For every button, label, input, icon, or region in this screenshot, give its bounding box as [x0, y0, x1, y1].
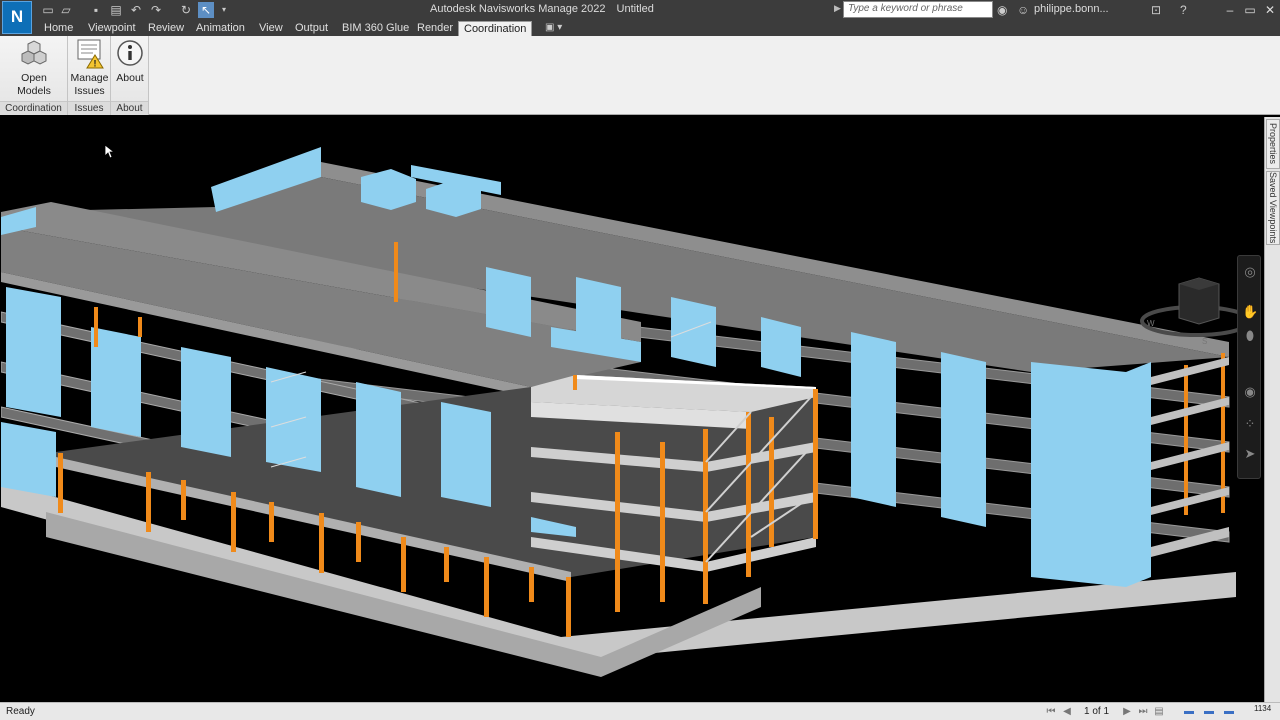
tab-output[interactable]: Output: [290, 21, 333, 36]
tab-view[interactable]: View: [254, 21, 288, 36]
ribbon-group-coordination: Open Models Coordination: [0, 36, 68, 115]
search-input[interactable]: Type a keyword or phrase: [843, 1, 993, 18]
zoom-icon[interactable]: ⬮: [1242, 328, 1258, 344]
first-sheet-icon[interactable]: ⏮: [1044, 705, 1058, 718]
refresh-icon[interactable]: ↻: [178, 2, 194, 18]
title-bar: N ▭ ▱ ▪ ▤ ↶ ↷ ↻ ↖ ▾ Autodesk Navisworks …: [0, 0, 1280, 34]
ribbon-options-icon[interactable]: ▣ ▾: [545, 22, 562, 33]
compass-south-label: S: [1202, 337, 1207, 346]
undo-icon[interactable]: ↶: [128, 2, 144, 18]
navigation-bar: ◎ ✋ ⬮ ◉ ⁘ ➤: [1237, 255, 1261, 479]
last-sheet-icon[interactable]: ⏭: [1136, 705, 1150, 718]
navisworks-window: N ▭ ▱ ▪ ▤ ↶ ↷ ↻ ↖ ▾ Autodesk Navisworks …: [0, 0, 1280, 720]
maximize-button[interactable]: ▭: [1239, 1, 1261, 19]
ribbon-group-issues: ! Manage Issues Issues: [68, 36, 111, 115]
info-icon: [117, 40, 143, 66]
ribbon-group-about: About About: [111, 36, 149, 115]
tab-animation[interactable]: Animation: [191, 21, 250, 36]
tab-viewpoint[interactable]: Viewpoint: [83, 21, 141, 36]
group-label-coordination: Coordination: [0, 101, 67, 115]
cart-icon[interactable]: ⊡: [1151, 2, 1161, 18]
about-label: About: [116, 72, 144, 84]
open-models-button[interactable]: Open Models: [4, 38, 64, 98]
performance-icon: ▬: [1184, 706, 1194, 717]
binoculars-icon[interactable]: ◉: [997, 2, 1007, 18]
quick-access-dropdown-icon[interactable]: ▾: [216, 2, 232, 18]
document-name: Untitled: [616, 3, 654, 15]
ribbon-empty-area: [148, 36, 1280, 114]
app-logo-letter: N: [10, 7, 24, 26]
dock-tab-saved-viewpoints[interactable]: Saved Viewpoints: [1266, 171, 1280, 245]
help-icon[interactable]: ?: [1180, 2, 1187, 18]
open-models-label: Open Models: [17, 72, 51, 97]
close-button[interactable]: ✕: [1259, 1, 1280, 19]
manage-issues-icon: !: [77, 39, 104, 69]
3d-viewport[interactable]: W E S ◎ ✋ ⬮ ◉ ⁘ ➤: [1, 117, 1263, 702]
previous-sheet-icon[interactable]: ◀: [1060, 705, 1074, 718]
search-expand-icon[interactable]: ▶: [834, 3, 841, 14]
walk-icon[interactable]: ⁘: [1242, 416, 1258, 432]
ribbon-tabs: Home Viewpoint Review Animation View Out…: [0, 20, 1280, 36]
dock-tab-properties[interactable]: Properties: [1266, 119, 1280, 169]
select-icon[interactable]: ↖: [198, 2, 214, 18]
save-icon[interactable]: ▪: [88, 2, 104, 18]
manage-issues-label: Manage Issues: [70, 72, 109, 97]
sheet-browser-icon[interactable]: ▤: [1152, 705, 1166, 718]
memory-usage: 1134: [1254, 704, 1272, 713]
svg-text:!: !: [93, 59, 96, 69]
memory-icon: ▬: [1224, 706, 1234, 717]
tab-render[interactable]: Render: [412, 21, 458, 36]
pan-hand-icon[interactable]: ✋: [1242, 304, 1258, 320]
building-model[interactable]: [1, 117, 1263, 702]
ribbon-panel: Open Models Coordination ! Manage Issues…: [0, 36, 1280, 115]
group-label-issues: Issues: [68, 101, 110, 115]
mouse-cursor-icon: [105, 145, 115, 159]
status-bar: Ready ⏮ ◀ 1 of 1 ▶ ⏭ ▤ ▬ ▬ ▬ 1134: [0, 702, 1280, 720]
compass-west-label: W: [1147, 319, 1155, 328]
redo-icon[interactable]: ↷: [148, 2, 164, 18]
open-models-icon: [21, 40, 47, 65]
user-name[interactable]: philippe.bonn...: [1034, 3, 1109, 15]
right-dock-panel: Properties Saved Viewpoints: [1264, 117, 1280, 702]
open-file-icon[interactable]: ▱: [58, 2, 74, 18]
steering-wheel-icon[interactable]: ◎: [1242, 264, 1258, 280]
minimize-button[interactable]: –: [1219, 1, 1241, 19]
tab-bim360-glue[interactable]: BIM 360 Glue: [337, 21, 414, 36]
manage-issues-button[interactable]: ! Manage Issues: [69, 38, 110, 98]
tab-review[interactable]: Review: [143, 21, 189, 36]
render-progress-icon: ▬: [1204, 706, 1214, 717]
tab-home[interactable]: Home: [39, 21, 78, 36]
group-label-about: About: [111, 101, 148, 115]
print-icon[interactable]: ▤: [108, 2, 124, 18]
select-tool-icon[interactable]: ➤: [1242, 446, 1258, 462]
status-text: Ready: [6, 706, 35, 717]
about-button[interactable]: About: [112, 38, 148, 85]
application-menu-button[interactable]: N: [2, 1, 32, 34]
next-sheet-icon[interactable]: ▶: [1120, 705, 1134, 718]
orbit-icon[interactable]: ◉: [1242, 384, 1258, 400]
user-icon[interactable]: ☺: [1017, 2, 1029, 18]
tab-coordination[interactable]: Coordination: [458, 21, 533, 36]
page-indicator: 1 of 1: [1084, 706, 1110, 717]
new-file-icon[interactable]: ▭: [40, 2, 56, 18]
window-title: Autodesk Navisworks Manage 2022 Untitled: [430, 3, 662, 15]
app-title: Autodesk Navisworks Manage 2022: [430, 3, 606, 15]
